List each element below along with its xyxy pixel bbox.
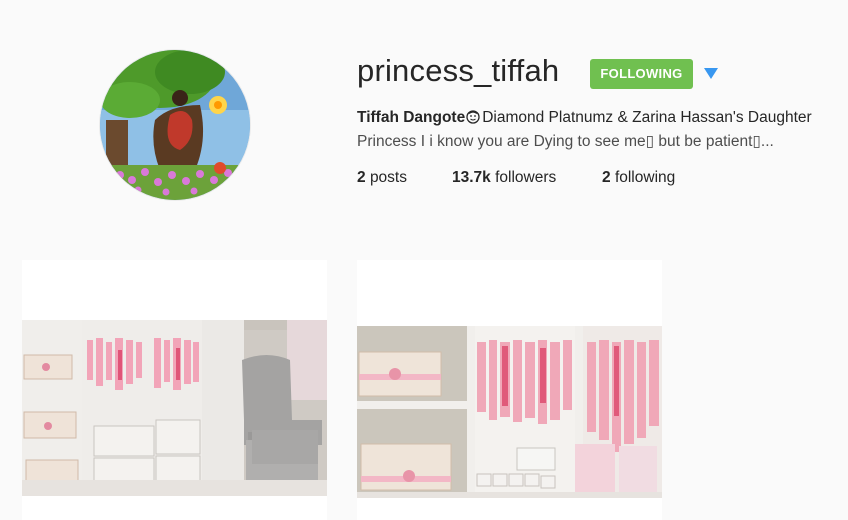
post-thumbnail[interactable] [357,260,662,520]
profile-full-name: Tiffah Dangote [357,109,466,126]
following-link[interactable]: 2 following [602,169,675,187]
posts-count-label: posts [369,169,407,186]
bio-text-line-1: Diamond Platnumz & Zarina Hassan's Daugh… [482,109,812,126]
posts-count-value: 2 [357,169,366,186]
baby-face-icon [466,108,480,124]
posts-count: 2 posts [357,169,407,187]
triangle-down-icon[interactable] [703,66,719,80]
following-button[interactable]: FOLLOWING [590,59,693,89]
bio-text-line-2: Princess I i know you are Dying to see m… [357,133,774,150]
profile-username: princess_tiffah [357,53,560,88]
following-count-label: following [614,169,676,186]
followers-link[interactable]: 13.7k followers [452,169,556,187]
profile-bio: Tiffah Dangote Diamond Platnumz & Zarina … [357,106,848,154]
bio-line-1: Tiffah Dangote Diamond Platnumz & Zarina … [357,106,848,130]
followers-count-value: 13.7k [452,169,491,186]
following-count-value: 2 [602,169,611,186]
profile-avatar[interactable] [100,50,250,200]
post-thumbnail[interactable] [22,260,327,520]
followers-count-label: followers [495,169,557,186]
